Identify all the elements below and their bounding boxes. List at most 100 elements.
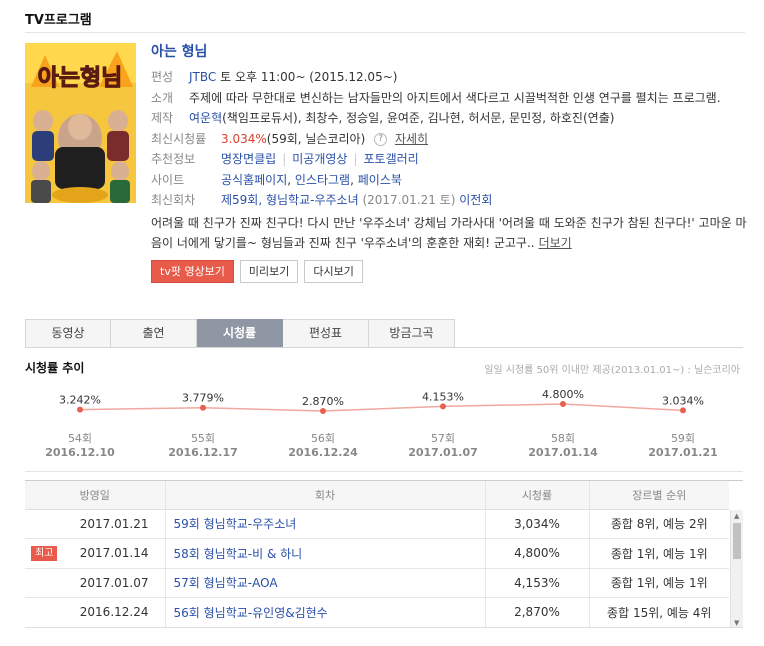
site-row: 사이트 공식홈페이지, 인스타그램, 페이스북: [151, 171, 751, 192]
recommend-link-clips[interactable]: 명장면클립: [221, 152, 276, 166]
tab-cast[interactable]: 출연: [111, 319, 197, 348]
section-divider: [25, 32, 745, 33]
replay-button[interactable]: 다시보기: [304, 259, 363, 283]
site-label: 사이트: [151, 172, 185, 187]
recommend-row: 추천정보 명장면클립 | 미공개영상 | 포토갤러리: [151, 150, 751, 171]
data-label: 3.242%: [59, 394, 101, 407]
watch-video-button[interactable]: tv팟 영상보기: [151, 259, 234, 283]
rating-label: 최신시청률: [151, 131, 207, 146]
row-episode-link[interactable]: 57회 형님학교-AOA: [174, 576, 278, 590]
rating-detail-link[interactable]: 자세히: [395, 132, 428, 146]
latest-description-text: 어려울 때 친구가 진짜 친구다! 다시 만난 '우주소녀' 강체님 가라사대 …: [151, 215, 747, 250]
series-line: [79, 403, 684, 412]
row-date: 2017.01.07: [25, 568, 165, 598]
data-point[interactable]: [200, 404, 206, 411]
tab-song[interactable]: 방금그곡: [369, 319, 455, 348]
site-link-instagram[interactable]: 인스타그램: [295, 173, 350, 187]
row-date: 2017.01.14: [79, 546, 149, 561]
schedule-text: 토 오후 11:00~ (2015.12.05~): [220, 70, 398, 84]
data-point[interactable]: [320, 408, 326, 414]
x-tick-date: 2016.12.10: [45, 446, 115, 459]
data-point[interactable]: [440, 403, 446, 410]
prev-episode-link[interactable]: 이전회: [459, 193, 492, 207]
tab-video[interactable]: 동영상: [25, 319, 111, 348]
tab-ratings[interactable]: 시청률: [197, 319, 283, 348]
recommend-link-gallery[interactable]: 포토갤러리: [364, 152, 419, 166]
row-rank: 종합 8위, 예능 2위: [588, 509, 729, 539]
row-rating: 2,870%: [484, 597, 589, 627]
producer-link[interactable]: 여운혁: [189, 111, 222, 125]
x-tick-date: 2017.01.14: [528, 446, 598, 459]
x-tick-episode: 58회: [551, 432, 575, 445]
intro-label: 소개: [151, 90, 174, 105]
x-tick-date: 2016.12.24: [288, 446, 358, 459]
tab-schedule[interactable]: 편성표: [283, 319, 369, 348]
table-header-row: 방영일 회차 시청률 장르별 순위: [25, 481, 729, 510]
x-tick-episode: 57회: [431, 432, 455, 445]
x-tick-episode: 54회: [68, 432, 92, 445]
row-rank: 종합 1위, 예능 1위: [588, 538, 729, 569]
table-row: 2017.01.07 57회 형님학교-AOA 4,153% 종합 1위, 예능…: [25, 568, 729, 598]
chart-source-note: 일일 시청률 50위 이내만 제공(2013.01.01~) : 닐슨코리아: [484, 365, 740, 376]
row-episode-link[interactable]: 56회 형님학교-유인영&김현수: [174, 606, 328, 620]
header-rating: 시청률: [484, 481, 589, 510]
header-genre-rank: 장르별 순위: [588, 481, 729, 510]
best-badge: 최고: [31, 546, 58, 561]
chart-divider: [25, 471, 743, 472]
row-rating: 4,153%: [484, 568, 589, 598]
preview-button[interactable]: 미리보기: [239, 259, 299, 283]
row-rank: 종합 1위, 예능 1위: [588, 568, 729, 598]
header-episode: 회차: [164, 481, 485, 510]
table-row: 최고 2017.01.14 58회 형님학교-비 & 하니 4,800% 종합 …: [25, 538, 729, 569]
scroll-thumb[interactable]: [733, 523, 741, 559]
row-rank: 종합 15위, 예능 4위: [588, 597, 729, 627]
production-label: 제작: [151, 111, 174, 125]
row-date: 2016.12.24: [25, 597, 165, 627]
data-point[interactable]: [560, 401, 566, 407]
latest-episode-link[interactable]: 제59회, 형님학교-우주소녀: [221, 193, 359, 207]
more-link[interactable]: 더보기: [539, 236, 572, 250]
program-poster[interactable]: 아는형님: [25, 43, 136, 203]
site-link-homepage[interactable]: 공식홈페이지: [221, 173, 287, 187]
table-scrollbar[interactable]: ▲ ▼: [730, 510, 743, 627]
tab-bar: 동영상 출연 시청률 편성표 방금그곡: [25, 319, 455, 348]
scroll-up-arrow-icon[interactable]: ▲: [734, 512, 739, 520]
production-rest: (책임프로듀서), 최창수, 정승일, 윤여준, 김나현, 허서문, 문민정, …: [222, 111, 615, 125]
rating-source: (59회, 닐슨코리아): [266, 131, 366, 146]
ratings-trend-chart: 3.242% 54회2016.12.10 3.779% 55회2016.12.17 2.…: [45, 388, 718, 459]
scroll-down-arrow-icon[interactable]: ▼: [734, 619, 739, 627]
table-row: 2017.01.21 59회 형님학교-우주소녀 3,034% 종합 8위, 예…: [25, 509, 729, 539]
rating-value: 3.034%: [221, 131, 267, 146]
x-tick-episode: 59회: [671, 432, 695, 445]
x-tick-episode: 55회: [191, 432, 215, 445]
latest-label: 최신회차: [151, 193, 196, 207]
row-episode-link[interactable]: 58회 형님학교-비 & 하니: [174, 547, 303, 561]
row-date: 2017.01.21: [25, 509, 165, 539]
x-tick-date: 2017.01.21: [648, 446, 718, 459]
chart-title: 시청률 추이: [25, 361, 85, 375]
latest-date: (2017.01.21 토): [362, 193, 456, 207]
data-label: 2.870%: [302, 395, 344, 408]
action-buttons: tv팟 영상보기 미리보기 다시보기: [151, 259, 751, 283]
intro-row: 소개 주제에 따라 무한대로 변신하는 남자들만의 아지트에서 색다르고 시끌벅…: [151, 89, 751, 110]
help-icon[interactable]: ?: [374, 132, 388, 146]
table-row: 2016.12.24 56회 형님학교-유인영&김현수 2,870% 종합 15…: [25, 597, 729, 627]
data-point[interactable]: [680, 407, 686, 414]
x-tick-date: 2017.01.07: [408, 446, 478, 459]
data-label: 3.779%: [182, 392, 224, 405]
channel-link[interactable]: JTBC: [189, 70, 216, 84]
data-label: 3.034%: [662, 394, 704, 407]
tabs-divider: [25, 347, 743, 348]
row-rating: 4,800%: [484, 538, 589, 569]
latest-description: 어려울 때 친구가 진짜 친구다! 다시 만난 '우주소녀' 강체님 가라사대 …: [151, 213, 751, 253]
site-link-facebook[interactable]: 페이스북: [358, 173, 402, 187]
section-title: TV프로그램: [25, 13, 92, 28]
row-episode-link[interactable]: 59회 형님학교-우주소녀: [174, 517, 297, 531]
production-row: 제작 여운혁(책임프로듀서), 최창수, 정승일, 윤여준, 김나현, 허서문,…: [151, 109, 751, 130]
data-point[interactable]: [77, 406, 83, 413]
rating-row: 최신시청률 3.034%(59회, 닐슨코리아) ? 자세히: [151, 130, 751, 151]
program-title-link[interactable]: 아는 형님: [151, 44, 207, 60]
recommend-link-unreleased[interactable]: 미공개영상: [292, 152, 347, 166]
x-tick-episode: 56회: [311, 432, 335, 445]
data-label: 4.800%: [542, 388, 584, 401]
